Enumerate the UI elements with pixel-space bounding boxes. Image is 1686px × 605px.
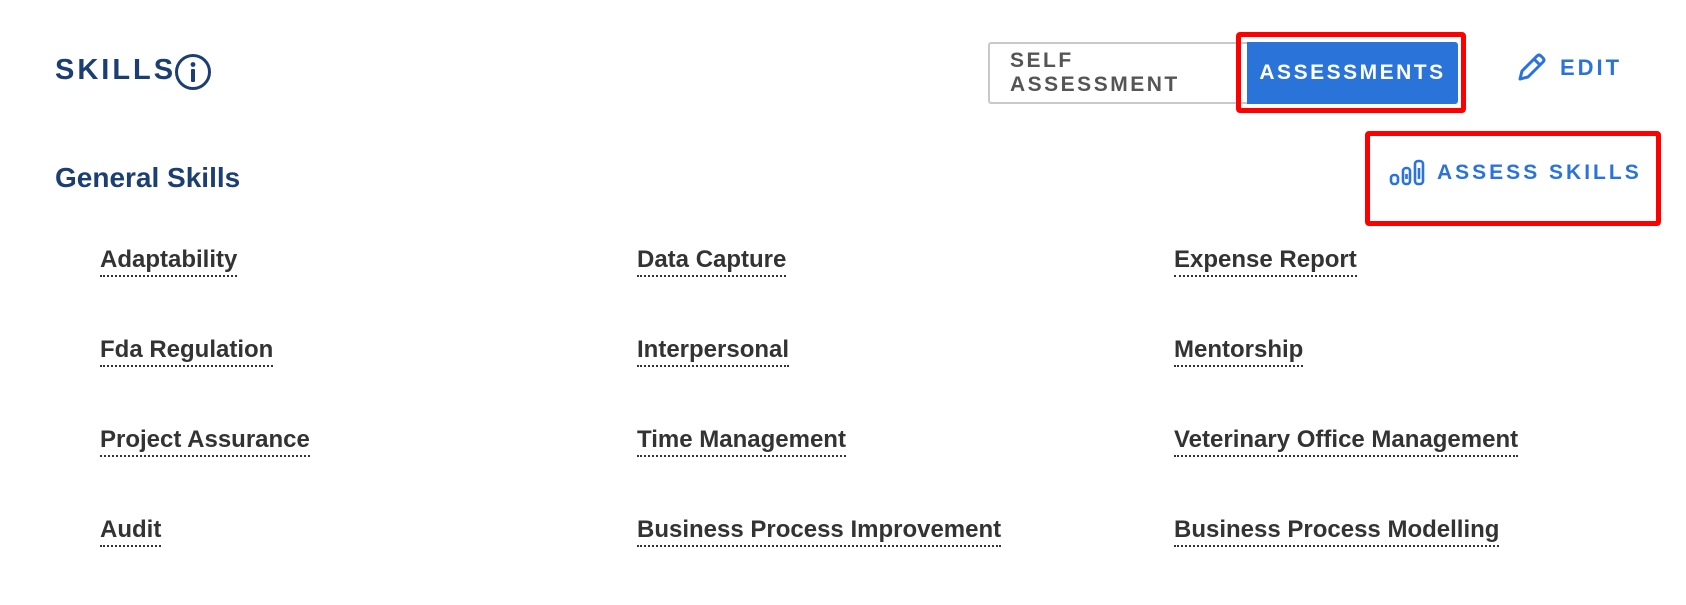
skill-item: Fda Regulation <box>100 335 637 425</box>
skill-link[interactable]: Project Assurance <box>100 426 310 457</box>
skill-item: Time Management <box>637 425 1174 515</box>
skills-grid: Adaptability Data Capture Expense Report… <box>100 245 1660 605</box>
skill-item: Project Assurance <box>100 425 637 515</box>
skill-link[interactable]: Time Management <box>637 426 846 457</box>
edit-button[interactable]: EDIT <box>1514 48 1622 88</box>
skill-link[interactable]: Business Process Modelling <box>1174 516 1500 547</box>
skill-item: Business Process Improvement <box>637 515 1174 605</box>
skill-item: Data Capture <box>637 245 1174 335</box>
skill-link[interactable]: Business Process Improvement <box>637 516 1002 547</box>
skill-item: Adaptability <box>100 245 637 335</box>
skill-item: Audit <box>100 515 637 605</box>
assessments-tab[interactable]: ASSESSMENTS <box>1247 42 1458 104</box>
skill-link[interactable]: Veterinary Office Management <box>1174 426 1519 457</box>
skill-link[interactable]: Adaptability <box>100 246 238 277</box>
assess-skills-label: ASSESS SKILLS <box>1437 161 1642 184</box>
skill-item: Business Process Modelling <box>1174 515 1660 605</box>
page-title: SKILLS <box>55 54 177 86</box>
edit-label: EDIT <box>1560 55 1623 80</box>
skill-link[interactable]: Interpersonal <box>637 336 790 367</box>
skill-item: Expense Report <box>1174 245 1660 335</box>
assess-skills-button[interactable]: ASSESS SKILLS <box>1389 155 1642 191</box>
section-title: General Skills <box>55 162 241 193</box>
skill-link[interactable]: Fda Regulation <box>100 336 274 367</box>
self-assessment-tab[interactable]: SELF ASSESSMENT <box>988 42 1248 104</box>
skill-item: Veterinary Office Management <box>1174 425 1660 515</box>
pencil-icon <box>1518 53 1546 81</box>
skill-link[interactable]: Audit <box>100 516 162 547</box>
skill-item: Mentorship <box>1174 335 1660 425</box>
skill-item: Interpersonal <box>637 335 1174 425</box>
skill-link[interactable]: Data Capture <box>637 246 787 277</box>
bar-chart-icon <box>1389 159 1425 186</box>
skill-link[interactable]: Expense Report <box>1174 246 1357 277</box>
info-circle-icon[interactable] <box>174 53 212 91</box>
skill-link[interactable]: Mentorship <box>1174 336 1304 367</box>
